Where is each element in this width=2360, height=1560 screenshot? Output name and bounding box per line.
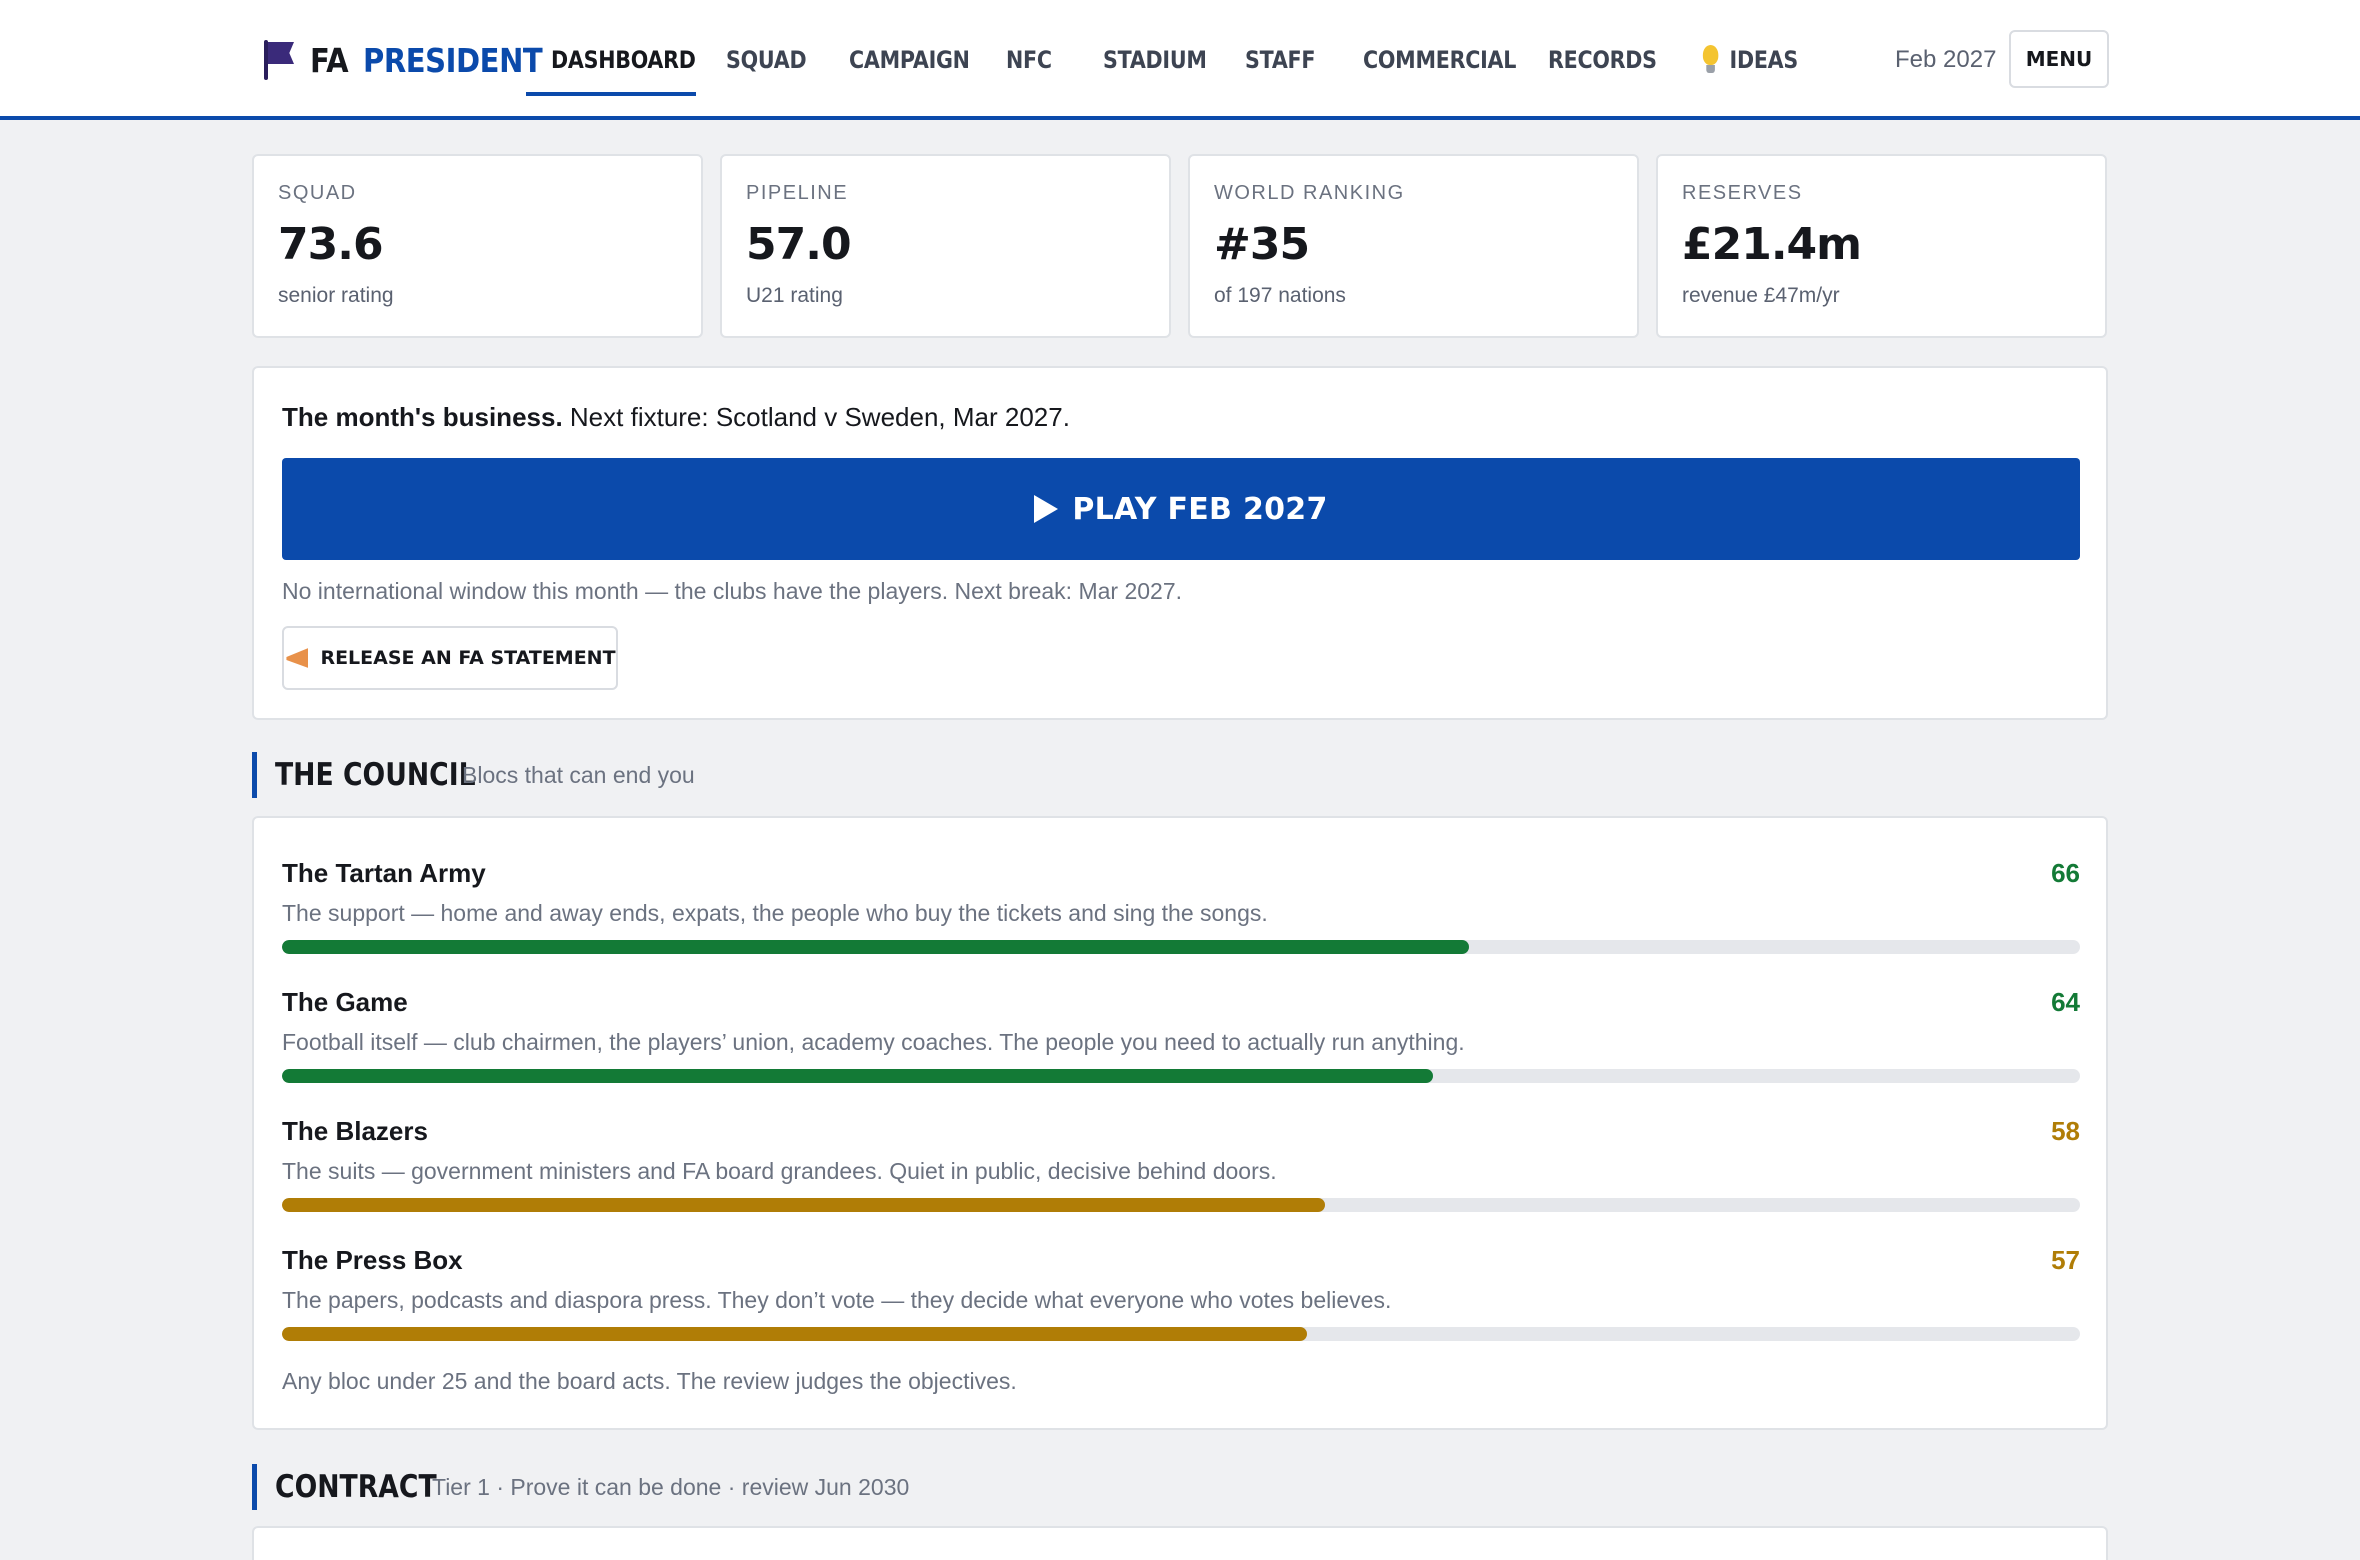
bloc-description: The papers, podcasts and diaspora press.… xyxy=(282,1287,1392,1313)
bloc-meter-fill xyxy=(282,1198,1325,1212)
play-month-button[interactable]: PLAY FEB 2027 xyxy=(282,458,2080,560)
bloc-row: The Game 64 Football itself — club chair… xyxy=(282,987,2080,1107)
nav-nfc[interactable]: NFC xyxy=(1006,40,1052,80)
nav-stadium[interactable]: STADIUM xyxy=(1103,40,1207,80)
contract-section-heading: CONTRACT Tier 1 · Prove it can be done ·… xyxy=(252,1464,909,1510)
council-section-heading: THE COUNCIL Blocs that can end you xyxy=(252,752,695,798)
contract-panel xyxy=(252,1526,2108,1560)
stat-label: WORLD RANKING xyxy=(1214,182,1405,204)
business-summary: The month's business. Next fixture: Scot… xyxy=(282,402,1070,433)
nav-squad[interactable]: SQUAD xyxy=(726,40,807,80)
bloc-meter-fill xyxy=(282,940,1469,954)
bloc-name: The Press Box xyxy=(282,1245,463,1275)
bloc-score: 66 xyxy=(2051,858,2080,888)
bloc-meter xyxy=(282,940,2080,954)
section-accent-bar xyxy=(252,752,257,798)
stat-label: SQUAD xyxy=(278,182,357,204)
stat-subtext: revenue £47m/yr xyxy=(1682,284,1840,307)
stat-card-world-ranking: WORLD RANKING #35 of 197 nations xyxy=(1188,154,1639,338)
stat-label: PIPELINE xyxy=(746,182,849,204)
stat-subtext: of 197 nations xyxy=(1214,284,1346,307)
stat-card-squad: SQUAD 73.6 senior rating xyxy=(252,154,703,338)
stat-value: 73.6 xyxy=(278,219,384,270)
bloc-score: 57 xyxy=(2051,1245,2080,1275)
council-panel: The Tartan Army 66 The support — home an… xyxy=(252,816,2108,1430)
nav-ideas-label: IDEAS xyxy=(1729,46,1799,74)
bloc-description: The support — home and away ends, expats… xyxy=(282,900,1268,926)
current-date: Feb 2027 xyxy=(1895,46,1997,73)
bloc-meter xyxy=(282,1198,2080,1212)
stat-card-pipeline: PIPELINE 57.0 U21 rating xyxy=(720,154,1171,338)
nav-ideas[interactable]: IDEAS xyxy=(1702,40,1798,80)
bloc-row: The Blazers 58 The suits — government mi… xyxy=(282,1116,2080,1236)
bloc-meter xyxy=(282,1327,2080,1341)
business-title: The month's business. xyxy=(282,402,563,432)
release-statement-button[interactable]: RELEASE AN FA STATEMENT xyxy=(282,626,618,690)
stat-value: 57.0 xyxy=(746,219,852,270)
top-navigation-bar: FA PRESIDENT DASHBOARD SQUAD CAMPAIGN NF… xyxy=(0,0,2360,120)
bloc-description: Football itself — club chairmen, the pla… xyxy=(282,1029,1465,1055)
bloc-description: The suits — government ministers and FA … xyxy=(282,1158,1277,1184)
bloc-meter-fill xyxy=(282,1069,1433,1083)
section-accent-bar xyxy=(252,1464,257,1510)
active-tab-indicator xyxy=(526,92,696,96)
section-title: THE COUNCIL xyxy=(275,757,476,793)
nav-dashboard[interactable]: DASHBOARD xyxy=(551,40,696,80)
bloc-meter-fill xyxy=(282,1327,1307,1341)
bloc-row: The Tartan Army 66 The support — home an… xyxy=(282,858,2080,978)
megaphone-icon xyxy=(284,646,310,670)
section-subtitle: Blocs that can end you xyxy=(462,762,695,788)
bloc-name: The Game xyxy=(282,987,408,1017)
stat-label: RESERVES xyxy=(1682,182,1803,204)
statement-button-label: RELEASE AN FA STATEMENT xyxy=(320,647,616,669)
bloc-row: The Press Box 57 The papers, podcasts an… xyxy=(282,1245,2080,1365)
stat-subtext: senior rating xyxy=(278,284,394,307)
nav-commercial[interactable]: COMMERCIAL xyxy=(1363,40,1516,80)
brand-fa-text: FA xyxy=(310,40,349,80)
international-window-note: No international window this month — the… xyxy=(282,578,1183,604)
monthly-business-panel: The month's business. Next fixture: Scot… xyxy=(252,366,2108,720)
nav-campaign[interactable]: CAMPAIGN xyxy=(849,40,970,80)
bloc-score: 64 xyxy=(2051,987,2080,1017)
lightbulb-icon xyxy=(1702,45,1719,75)
brand-logo[interactable]: FA PRESIDENT xyxy=(262,38,567,82)
stat-subtext: U21 rating xyxy=(746,284,843,307)
section-subtitle: Tier 1 · Prove it can be done · review J… xyxy=(432,1474,910,1500)
play-icon xyxy=(1034,495,1059,523)
menu-button[interactable]: MENU xyxy=(2009,30,2109,88)
bloc-score: 58 xyxy=(2051,1116,2080,1146)
council-rules-note: Any bloc under 25 and the board acts. Th… xyxy=(282,1368,1017,1394)
bloc-name: The Tartan Army xyxy=(282,858,486,888)
flag-icon xyxy=(262,40,294,80)
bloc-meter xyxy=(282,1069,2080,1083)
play-button-label: PLAY FEB 2027 xyxy=(1072,491,1328,527)
brand-president-text: PRESIDENT xyxy=(363,40,543,80)
nav-staff[interactable]: STAFF xyxy=(1245,40,1315,80)
next-fixture-text: Next fixture: Scotland v Sweden, Mar 202… xyxy=(569,402,1070,432)
stat-card-reserves: RESERVES £21.4m revenue £47m/yr xyxy=(1656,154,2107,338)
stat-value: £21.4m xyxy=(1682,219,1862,270)
nav-records[interactable]: RECORDS xyxy=(1548,40,1657,80)
stat-value: #35 xyxy=(1214,219,1310,270)
section-title: CONTRACT xyxy=(275,1469,437,1505)
bloc-name: The Blazers xyxy=(282,1116,428,1146)
